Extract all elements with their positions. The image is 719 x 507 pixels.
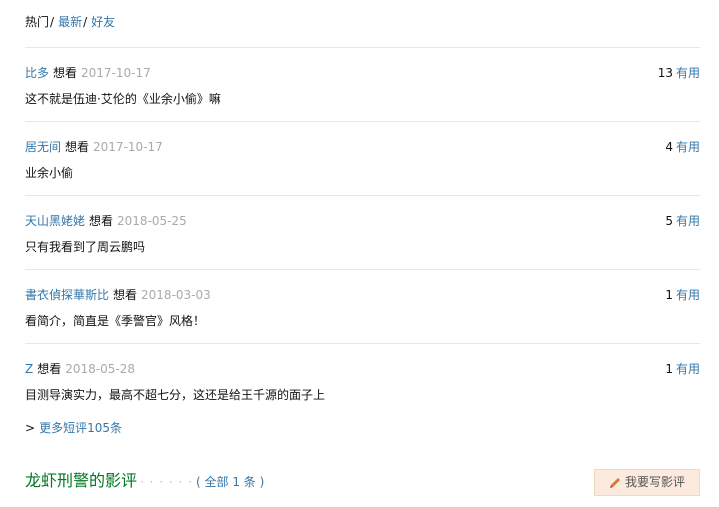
vote-count: 1 [665,288,673,302]
comment-votes: 4 有用 [665,139,700,155]
comment-user-link[interactable]: 書衣偵探華斯比 [25,288,109,302]
comment-header: Z 想看 2018-05-28 1 有用 [25,361,700,377]
useful-vote-link[interactable]: 有用 [676,66,700,80]
paren-open: ( [195,475,201,489]
comment-votes: 1 有用 [665,287,700,303]
more-arrow-icon: > [25,421,36,435]
vote-count: 5 [665,214,673,228]
reviews-header: 龙虾刑警的影评 · · · · · ·( 全部 1 条 ) [25,470,264,492]
vote-count: 1 [665,362,673,376]
comment-user-link[interactable]: 比多 [25,66,49,80]
write-review-label: 我要写影评 [625,475,686,489]
comment-votes: 13 有用 [658,65,700,81]
comment-status: 想看 [113,288,138,302]
comment-header: 書衣偵探華斯比 想看 2018-03-03 1 有用 [25,287,700,303]
vote-count: 4 [665,140,673,154]
paren-close: ) [259,475,265,489]
comment-text: 业余小偷 [25,166,74,180]
comment-text: 目测导演实力，最高不超七分，这还是给王千源的面子上 [25,388,326,402]
comment-status: 想看 [65,140,90,154]
comment-date: 2018-05-28 [65,362,135,376]
comment-status: 想看 [53,66,78,80]
vote-count: 13 [657,66,673,80]
reviews-title: 龙虾刑警的影评 [25,471,138,490]
comment-date: 2017-10-17 [93,140,163,154]
title-dots: · · · · · · [140,475,193,489]
comment-user-link[interactable]: 居无间 [25,140,61,154]
useful-vote-link[interactable]: 有用 [676,214,700,228]
comment-user-link[interactable]: Z [25,362,33,376]
comment-header: 比多 想看 2017-10-17 13 有用 [25,65,700,81]
useful-vote-link[interactable]: 有用 [676,140,700,154]
comment-item: 書衣偵探華斯比 想看 2018-03-03 1 有用 看简介，简直是《季警官》风格！ [25,269,700,344]
comment-votes: 5 有用 [665,213,700,229]
all-reviews-link[interactable]: 全部 1 条 [205,475,256,489]
more-comments: > 更多短评105条 [25,419,122,437]
comment-item: 天山黑姥姥 想看 2018-05-25 5 有用 只有我看到了周云鹏吗 [25,195,700,270]
comment-header: 居无间 想看 2017-10-17 4 有用 [25,139,700,155]
pencil-icon [610,478,620,488]
tab-latest[interactable]: 最新 [58,15,82,29]
write-review-button[interactable]: 我要写影评 [594,469,700,496]
comment-status: 想看 [37,362,62,376]
tab-hot[interactable]: 热门 [25,15,49,29]
tab-friends[interactable]: 好友 [91,15,115,29]
comment-status: 想看 [89,214,114,228]
comment-text: 看简介，简直是《季警官》风格！ [25,314,206,328]
comment-text: 这不就是伍迪·艾伦的《业余小偷》嘛 [25,92,221,106]
comment-text: 只有我看到了周云鹏吗 [25,240,146,254]
comment-date: 2018-05-25 [117,214,187,228]
useful-vote-link[interactable]: 有用 [676,288,700,302]
comment-date: 2018-03-03 [141,288,211,302]
comment-item: Z 想看 2018-05-28 1 有用 目测导演实力，最高不超七分，这还是给王千源的… [25,343,700,418]
comment-item: 比多 想看 2017-10-17 13 有用 这不就是伍迪·艾伦的《业余小偷》嘛 [25,47,700,122]
comment-item: 居无间 想看 2017-10-17 4 有用 业余小偷 [25,121,700,196]
comment-user-link[interactable]: 天山黑姥姥 [25,214,85,228]
tab-separator: / [83,15,88,29]
comment-tabs: 热门/最新/好友 [25,13,115,31]
tab-separator: / [50,15,55,29]
more-comments-link[interactable]: 更多短评105条 [39,421,122,435]
comment-header: 天山黑姥姥 想看 2018-05-25 5 有用 [25,213,700,229]
comment-votes: 1 有用 [665,361,700,377]
useful-vote-link[interactable]: 有用 [676,362,700,376]
comment-date: 2017-10-17 [81,66,151,80]
